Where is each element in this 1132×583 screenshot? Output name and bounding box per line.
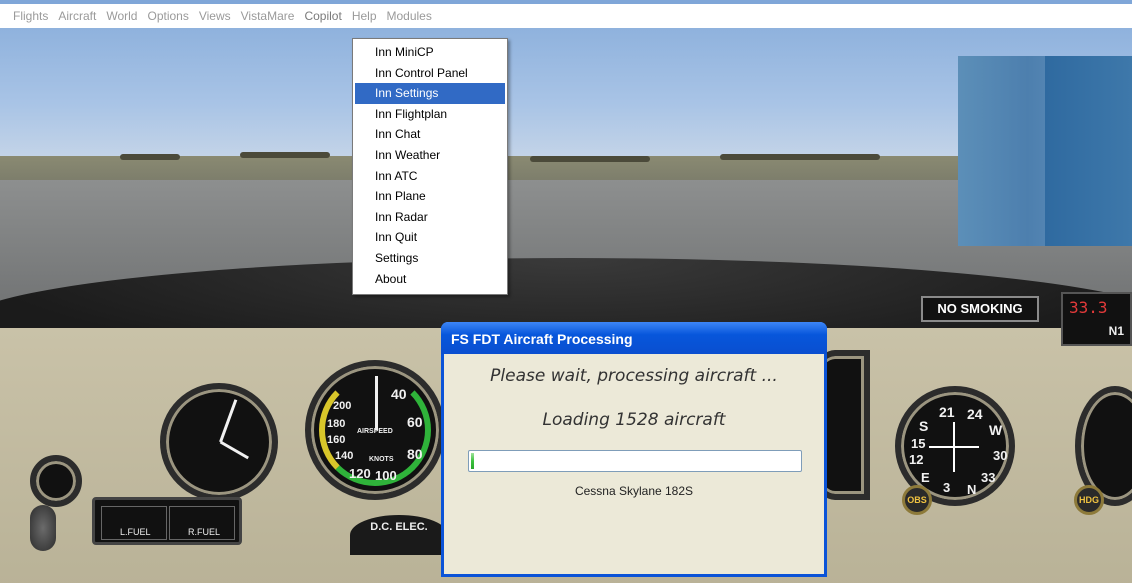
n1-label: N1 <box>1108 324 1124 338</box>
compass-mark: 3 <box>943 480 951 495</box>
airspeed-indicator: 200 40 180 60 160 80 140 120 100 AIRSPEE… <box>305 360 445 500</box>
airspeed-mark: 120 <box>349 466 371 481</box>
dc-elec-gauge: D.C. ELEC. <box>350 515 448 555</box>
menu-item-about[interactable]: About <box>353 269 507 290</box>
compass-mark: 30 <box>993 448 1008 463</box>
fuel-gauge-left: L.FUEL <box>101 506 167 540</box>
fuel-gauge-right: R.FUEL <box>169 506 235 540</box>
aircraft-processing-dialog: FS FDT Aircraft Processing Please wait, … <box>441 322 827 577</box>
menu-item-inn-weather[interactable]: Inn Weather <box>353 145 507 166</box>
tree-cluster <box>240 152 330 158</box>
dialog-body: Please wait, processing aircraft ... Loa… <box>444 354 824 574</box>
menu-item-inn-control-panel[interactable]: Inn Control Panel <box>353 63 507 84</box>
glideslope-needle <box>929 446 979 448</box>
compass-mark: S <box>919 418 929 434</box>
menu-flights[interactable]: Flights <box>8 5 53 27</box>
hangar-building-shade <box>1045 56 1132 246</box>
menu-vistamare[interactable]: VistaMare <box>236 5 300 27</box>
menu-bar: Flights Aircraft World Options Views Vis… <box>0 0 1132 28</box>
menu-item-inn-flightplan[interactable]: Inn Flightplan <box>353 104 507 125</box>
progress-bar-fill <box>471 453 475 469</box>
airspeed-mark: 60 <box>407 414 423 430</box>
compass-mark: 12 <box>909 452 924 467</box>
menu-item-inn-settings[interactable]: Inn Settings <box>355 83 505 104</box>
menu-item-inn-minicp[interactable]: Inn MiniCP <box>353 42 507 63</box>
compass-mark: 24 <box>967 406 983 422</box>
compass-mark: 15 <box>911 436 926 451</box>
compass-mark: W <box>989 422 1003 438</box>
compass-mark: N <box>967 482 977 497</box>
suction-gauge <box>30 455 82 507</box>
menu-item-settings[interactable]: Settings <box>353 248 507 269</box>
airspeed-mark: 180 <box>327 418 346 430</box>
fuel-right-label: R.FUEL <box>188 527 221 537</box>
n1-display: 33.3 N1 <box>1061 292 1132 346</box>
compass-mark: E <box>921 470 930 485</box>
hdg-knob[interactable]: HDG <box>1074 485 1104 515</box>
menu-item-inn-chat[interactable]: Inn Chat <box>353 124 507 145</box>
menu-options[interactable]: Options <box>142 5 193 27</box>
n1-value: 33.3 <box>1069 298 1108 317</box>
airspeed-unit-label: KNOTS <box>369 456 394 463</box>
tree-cluster <box>120 154 180 160</box>
dialog-message: Please wait, processing aircraft ... <box>490 366 778 386</box>
menu-copilot[interactable]: Copilot <box>299 5 346 27</box>
obs-knob[interactable]: OBS <box>902 485 932 515</box>
airspeed-mark: 140 <box>335 450 354 462</box>
airspeed-mark: 40 <box>391 386 407 402</box>
dialog-title[interactable]: FS FDT Aircraft Processing <box>441 322 827 354</box>
compass-mark: 33 <box>981 470 996 485</box>
clock-hand <box>219 399 238 443</box>
airspeed-mark: 100 <box>375 468 397 483</box>
menu-aircraft[interactable]: Aircraft <box>53 5 101 27</box>
progress-bar <box>468 450 802 472</box>
menu-help[interactable]: Help <box>347 5 382 27</box>
airspeed-mark: 200 <box>333 400 352 412</box>
dialog-status: Loading 1528 aircraft <box>542 410 726 430</box>
tree-cluster <box>720 154 880 160</box>
tree-cluster <box>530 156 650 162</box>
menu-item-inn-atc[interactable]: Inn ATC <box>353 166 507 187</box>
airspeed-mark: 80 <box>407 446 423 462</box>
menu-item-inn-radar[interactable]: Inn Radar <box>353 207 507 228</box>
master-switch[interactable] <box>30 505 56 551</box>
clock-hand <box>219 440 249 460</box>
copilot-dropdown-menu: Inn MiniCP Inn Control Panel Inn Setting… <box>352 38 508 295</box>
menu-item-inn-plane[interactable]: Inn Plane <box>353 186 507 207</box>
clock-gauge <box>160 383 278 501</box>
fuel-gauges: L.FUEL R.FUEL <box>92 497 242 545</box>
menu-item-inn-quit[interactable]: Inn Quit <box>353 227 507 248</box>
airspeed-needle <box>375 376 378 430</box>
menu-world[interactable]: World <box>101 5 142 27</box>
compass-mark: 21 <box>939 404 955 420</box>
fuel-left-label: L.FUEL <box>120 527 151 537</box>
no-smoking-placard: NO SMOKING <box>921 296 1039 322</box>
current-aircraft-label: Cessna Skylane 182S <box>574 484 694 498</box>
menu-views[interactable]: Views <box>194 5 236 27</box>
airspeed-mark: 160 <box>327 434 346 446</box>
menu-modules[interactable]: Modules <box>382 5 437 27</box>
